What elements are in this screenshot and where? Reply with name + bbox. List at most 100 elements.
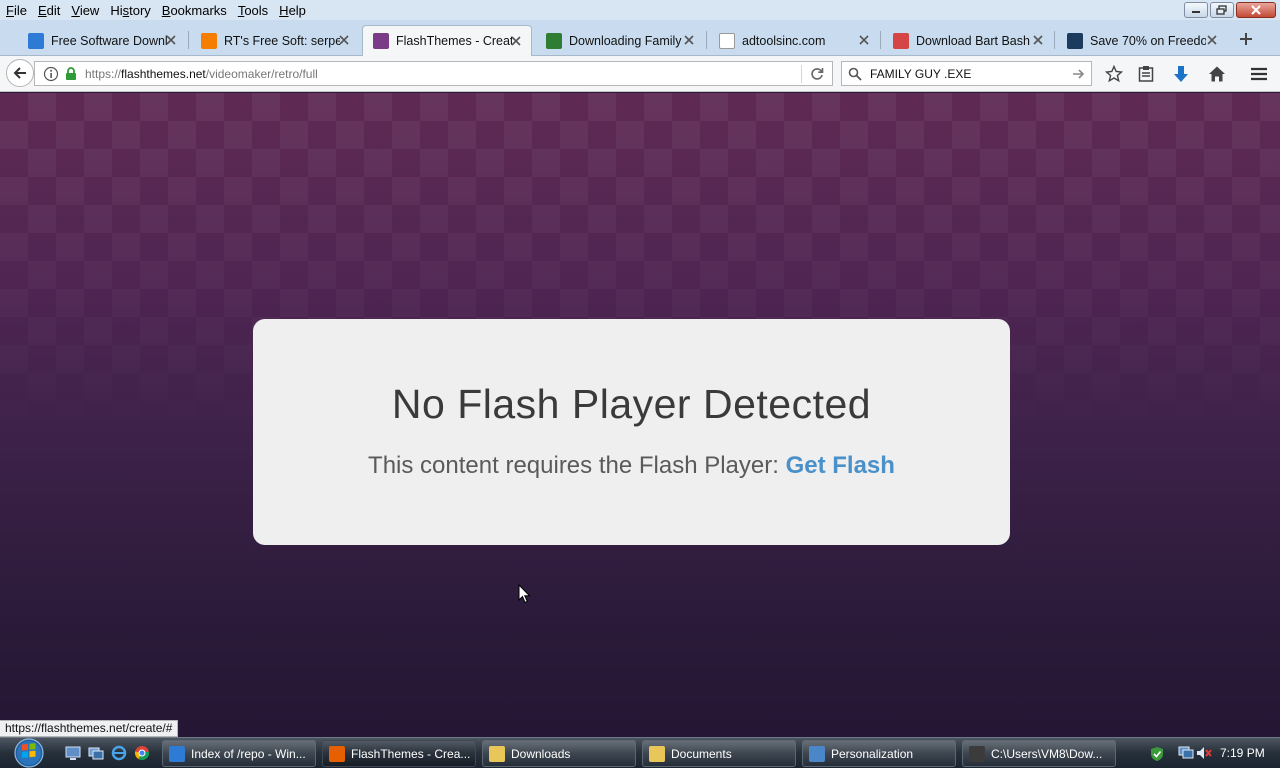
control-panel-icon — [809, 745, 825, 762]
blank-page-icon — [719, 32, 735, 49]
browser-tab[interactable]: Downloading Family — [536, 25, 704, 56]
taskbar-clock[interactable]: 7:19 PM — [1220, 746, 1265, 760]
status-link-url: https://flashthemes.net/create/# — [0, 720, 179, 737]
taskbar-button[interactable]: Documents — [642, 740, 796, 767]
browser-tab[interactable]: Download Bart Bash — [883, 25, 1053, 56]
internet-explorer-icon[interactable] — [111, 745, 127, 761]
menu-tools[interactable]: Tools — [234, 3, 272, 18]
flash-notice-message: This content requires the Flash Player: … — [253, 452, 1010, 480]
close-window-button[interactable] — [1236, 2, 1276, 18]
search-query[interactable]: FAMILY GUY .EXE — [870, 67, 971, 81]
tab-separator — [188, 31, 189, 49]
url-scheme: https:// — [85, 66, 122, 81]
menu-label-part: H — [279, 2, 289, 18]
tab-label: Download Bart Bash — [916, 33, 1030, 48]
steam-icon — [1067, 32, 1083, 49]
taskbar-button[interactable]: C:\Users\VM8\Dow... — [962, 740, 1116, 767]
show-desktop-icon[interactable] — [65, 745, 81, 761]
new-tab-plus-icon[interactable] — [1236, 29, 1256, 49]
start-button[interactable] — [8, 738, 50, 768]
flash-message-text: This content requires the Flash Player: — [368, 452, 779, 479]
menu-label-part: ools — [244, 2, 269, 18]
download-site-icon — [546, 32, 562, 49]
taskbar-button[interactable]: FlashThemes - Crea... — [322, 740, 476, 767]
lock-icon[interactable] — [65, 66, 77, 81]
menu-edit[interactable]: Edit — [34, 3, 64, 18]
tab-label: FlashThemes - Create — [396, 34, 512, 48]
folder-icon — [649, 745, 665, 762]
close-tab-icon[interactable] — [164, 33, 178, 47]
menu-file[interactable]: File — [2, 3, 31, 18]
switch-windows-icon[interactable] — [88, 745, 104, 761]
search-go-arrow-icon[interactable] — [1071, 67, 1085, 81]
flash-notice-title: No Flash Player Detected — [391, 381, 872, 427]
search-bar[interactable]: FAMILY GUY .EXE — [841, 61, 1092, 86]
close-icon — [1251, 5, 1261, 15]
minimize-button[interactable] — [1184, 2, 1208, 18]
security-shield-icon[interactable] — [1150, 746, 1164, 762]
browser-tab[interactable]: Save 70% on Freedo — [1057, 25, 1227, 56]
tab-label: Free Software Downlo — [51, 33, 167, 48]
info-icon[interactable] — [43, 66, 59, 82]
tab-label: Save 70% on Freedo — [1090, 33, 1206, 48]
close-tab-icon[interactable] — [1031, 33, 1045, 47]
url-separator — [801, 65, 802, 83]
volume-muted-icon[interactable] — [1196, 746, 1212, 760]
taskbar: Index of /repo - Win... FlashThemes - Cre… — [0, 737, 1280, 768]
hamburger-menu-icon — [1251, 67, 1267, 81]
taskbar-button-label: FlashThemes - Crea... — [351, 746, 471, 761]
taskbar-button[interactable]: Personalization — [802, 740, 956, 767]
reading-list-button[interactable] — [1136, 64, 1156, 84]
menu-button[interactable] — [1249, 64, 1269, 84]
address-bar[interactable]: https://flashthemes.net/videomaker/retro… — [34, 61, 833, 86]
flashthemes-icon — [373, 33, 389, 49]
bookmark-star-button[interactable] — [1104, 64, 1124, 84]
downloads-button[interactable] — [1171, 64, 1191, 84]
taskbar-button-label: Personalization — [831, 746, 914, 761]
browser-tab[interactable]: Free Software Downlo — [18, 25, 186, 56]
menu-items: File Edit View History Bookmarks Tools Help — [2, 3, 313, 18]
flash-notice-card: No Flash Player Detected This content re… — [253, 319, 1010, 545]
browser-tab[interactable]: adtoolsinc.com — [709, 25, 879, 56]
url-text[interactable]: https://flashthemes.net/videomaker/retro… — [85, 67, 318, 81]
window-controls — [1184, 2, 1276, 18]
menu-label-part: Hi — [110, 2, 123, 18]
close-tab-icon[interactable] — [337, 33, 351, 47]
menu-help[interactable]: Help — [275, 3, 310, 18]
tab-label: RT's Free Soft: serpen — [224, 33, 340, 48]
taskbar-button-label: Downloads — [511, 746, 571, 761]
close-tab-icon[interactable] — [509, 34, 523, 48]
mouse-cursor-icon — [518, 584, 531, 604]
menu-history[interactable]: History — [106, 3, 154, 18]
close-tab-icon[interactable] — [1205, 33, 1219, 47]
home-button[interactable] — [1207, 64, 1227, 84]
download-arrow-icon — [1174, 66, 1188, 82]
get-flash-link[interactable]: Get Flash — [786, 452, 895, 479]
close-tab-icon[interactable] — [857, 33, 871, 47]
menu-bookmarks[interactable]: Bookmarks — [158, 3, 231, 18]
chrome-icon[interactable] — [134, 745, 150, 761]
back-arrow-icon — [13, 67, 26, 79]
archive-icon — [969, 745, 985, 762]
folder-icon — [489, 745, 505, 762]
menu-label-part: elp — [288, 2, 306, 18]
tab-separator — [880, 31, 881, 49]
taskbar-button[interactable]: Index of /repo - Win... — [162, 740, 316, 767]
browser-tab[interactable]: FlashThemes - Create — [362, 25, 532, 56]
taskbar-button-label: C:\Users\VM8\Dow... — [991, 746, 1103, 761]
home-icon — [1209, 66, 1225, 82]
menu-label-part: iew — [79, 2, 100, 18]
ie-globe-icon — [28, 32, 44, 49]
restore-button[interactable] — [1210, 2, 1234, 18]
menu-label-part: tory — [129, 2, 151, 18]
menu-bar: File Edit View History Bookmarks Tools Help — [0, 0, 1280, 20]
close-tab-icon[interactable] — [682, 33, 696, 47]
network-icon[interactable] — [1178, 746, 1194, 760]
taskbar-button[interactable]: Downloads — [482, 740, 636, 767]
browser-tab[interactable]: RT's Free Soft: serpen — [191, 25, 359, 56]
tab-label: adtoolsinc.com — [742, 33, 826, 48]
menu-view[interactable]: View — [67, 3, 103, 18]
clipboard-icon — [1138, 66, 1154, 82]
reload-icon[interactable] — [809, 66, 825, 82]
back-button[interactable] — [6, 59, 34, 87]
